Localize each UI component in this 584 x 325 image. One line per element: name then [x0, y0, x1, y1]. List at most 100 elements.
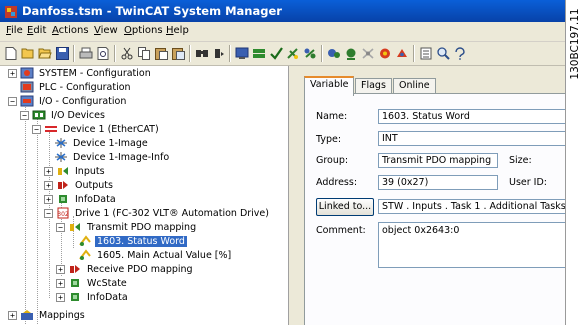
tree-label: Mappings — [39, 309, 85, 321]
tree-item-inputs[interactable]: + Inputs — [44, 164, 107, 178]
variable-icon — [78, 249, 92, 261]
tree-label-selected: 1603. Status Word — [95, 235, 187, 247]
collapse-minus-icon[interactable]: − — [20, 110, 29, 120]
menu-file[interactable]: File — [6, 25, 23, 36]
tree-item-system-config[interactable]: + SYSTEM - Configuration — [8, 66, 153, 80]
variable-icon — [78, 235, 92, 247]
paste-icon[interactable] — [154, 46, 168, 60]
address-field: 39 (0x27) — [378, 175, 498, 190]
toolbar — [0, 42, 565, 66]
tree-item-receive-pdo[interactable]: + Receive PDO mapping — [56, 262, 195, 276]
activate-icon[interactable] — [286, 46, 300, 60]
tree-label: PLC - Configuration — [39, 81, 131, 93]
name-field[interactable]: 1603. Status Word — [378, 109, 565, 124]
tree-item-wcstate[interactable]: + WcState — [56, 276, 129, 290]
menu-help[interactable]: Help — [166, 25, 189, 36]
tree-label: Inputs — [75, 165, 105, 177]
tree-label: InfoData — [87, 291, 128, 303]
menu-view[interactable]: View — [94, 25, 118, 36]
tree-item-infodata[interactable]: + InfoData — [44, 192, 118, 206]
tree-item-plc-config[interactable]: PLC - Configuration — [20, 80, 133, 94]
find-icon[interactable] — [195, 46, 209, 60]
tree-item-io-config[interactable]: − I/O - Configuration — [8, 94, 128, 108]
tab-variable[interactable]: Variable — [304, 76, 355, 96]
tree-item-drive1[interactable]: − 302 Drive 1 (FC-302 VLT® Automation Dr… — [44, 206, 271, 220]
collapse-minus-icon[interactable]: − — [56, 222, 65, 232]
generate-mappings-icon[interactable] — [252, 46, 266, 60]
activate-config-icon[interactable] — [235, 46, 249, 60]
tree-label: Drive 1 (FC-302 VLT® Automation Drive) — [75, 207, 269, 219]
menu-actions[interactable]: Actions — [52, 25, 89, 36]
show-online-icon[interactable] — [419, 46, 433, 60]
login-icon[interactable] — [327, 46, 341, 60]
address-label: Address: — [316, 177, 358, 188]
tab-online[interactable]: Online — [393, 78, 436, 94]
io-devices-icon — [32, 109, 46, 121]
restart-icon[interactable] — [303, 46, 317, 60]
figure-id-text: 130BC197.11 — [569, 8, 581, 80]
linked-to-button[interactable]: Linked to... — [316, 198, 374, 216]
tree-label: Outputs — [75, 179, 113, 191]
user-id-label: User ID: — [509, 177, 547, 188]
collapse-minus-icon[interactable]: − — [32, 124, 41, 134]
expand-plus-icon[interactable]: + — [44, 194, 53, 204]
print-icon[interactable] — [79, 46, 93, 60]
image-icon — [54, 137, 68, 149]
help-icon[interactable] — [453, 46, 467, 60]
group-field: Transmit PDO mapping — [378, 153, 498, 168]
scan-icon[interactable] — [361, 46, 375, 60]
tree-item-main-actual-value[interactable]: 1605. Main Actual Value [%] — [78, 248, 233, 262]
type-label: Type: — [316, 134, 342, 145]
check-config-icon[interactable] — [269, 46, 283, 60]
comment-field[interactable]: object 0x2643:0 — [378, 222, 565, 268]
title-bar: Danfoss.tsm - TwinCAT System Manager — [0, 0, 565, 22]
tree-item-device1-image[interactable]: Device 1-Image — [54, 136, 150, 150]
zoom-icon[interactable] — [436, 46, 450, 60]
tree-item-transmit-pdo[interactable]: − Transmit PDO mapping — [56, 220, 198, 234]
expand-plus-icon[interactable]: + — [44, 180, 53, 190]
menu-edit[interactable]: Edit — [27, 25, 46, 36]
collapse-minus-icon[interactable]: − — [44, 208, 53, 218]
tab-flags[interactable]: Flags — [355, 78, 392, 94]
copy-icon[interactable] — [137, 46, 151, 60]
toggle-icon[interactable] — [395, 46, 409, 60]
system-config-icon — [20, 67, 34, 79]
tree-item-io-devices[interactable]: − I/O Devices — [20, 108, 107, 122]
expand-plus-icon[interactable]: + — [56, 264, 65, 274]
menu-options[interactable]: Options — [124, 25, 163, 36]
tree-item-device1[interactable]: − Device 1 (EtherCAT) — [32, 122, 161, 136]
drive-icon: 302 — [56, 207, 70, 219]
tree-label: SYSTEM - Configuration — [39, 67, 151, 79]
tree-item-mappings[interactable]: + Mappings — [8, 308, 87, 322]
cut-icon[interactable] — [120, 46, 134, 60]
find-next-icon[interactable] — [212, 46, 226, 60]
new-icon[interactable] — [4, 46, 18, 60]
expand-plus-icon[interactable]: + — [56, 292, 65, 302]
tree-label: 1605. Main Actual Value [%] — [97, 249, 232, 261]
paste-special-icon[interactable] — [171, 46, 185, 60]
open-icon[interactable] — [21, 46, 35, 60]
app-window: Danfoss.tsm - TwinCAT System Manager Fil… — [0, 0, 566, 325]
tree-item-infodata-2[interactable]: + InfoData — [56, 290, 130, 304]
expand-plus-icon[interactable]: + — [8, 68, 17, 78]
tree-label: WcState — [87, 277, 127, 289]
tree-item-outputs[interactable]: + Outputs — [44, 178, 115, 192]
infodata-icon — [68, 291, 82, 303]
tree-item-device1-image-info[interactable]: Device 1-Image-Info — [54, 150, 171, 164]
open-folder-icon[interactable] — [38, 46, 52, 60]
print-preview-icon[interactable] — [96, 46, 110, 60]
save-icon[interactable] — [55, 46, 69, 60]
reload-icon[interactable] — [378, 46, 392, 60]
comment-label: Comment: — [316, 225, 366, 236]
collapse-minus-icon[interactable]: − — [8, 96, 17, 106]
expand-plus-icon[interactable]: + — [44, 166, 53, 176]
expand-plus-icon[interactable]: + — [8, 310, 17, 320]
free-run-icon[interactable] — [344, 46, 358, 60]
tree-item-status-word[interactable]: 1603. Status Word — [78, 234, 187, 248]
twincat-app-icon — [4, 4, 18, 18]
expand-plus-icon[interactable]: + — [56, 278, 65, 288]
type-field[interactable]: INT — [378, 131, 565, 146]
menu-bar: File Edit Actions View Options Help — [0, 22, 565, 42]
tree-view[interactable]: + SYSTEM - Configuration PLC - Configura… — [0, 66, 289, 325]
plc-config-icon — [20, 81, 34, 93]
